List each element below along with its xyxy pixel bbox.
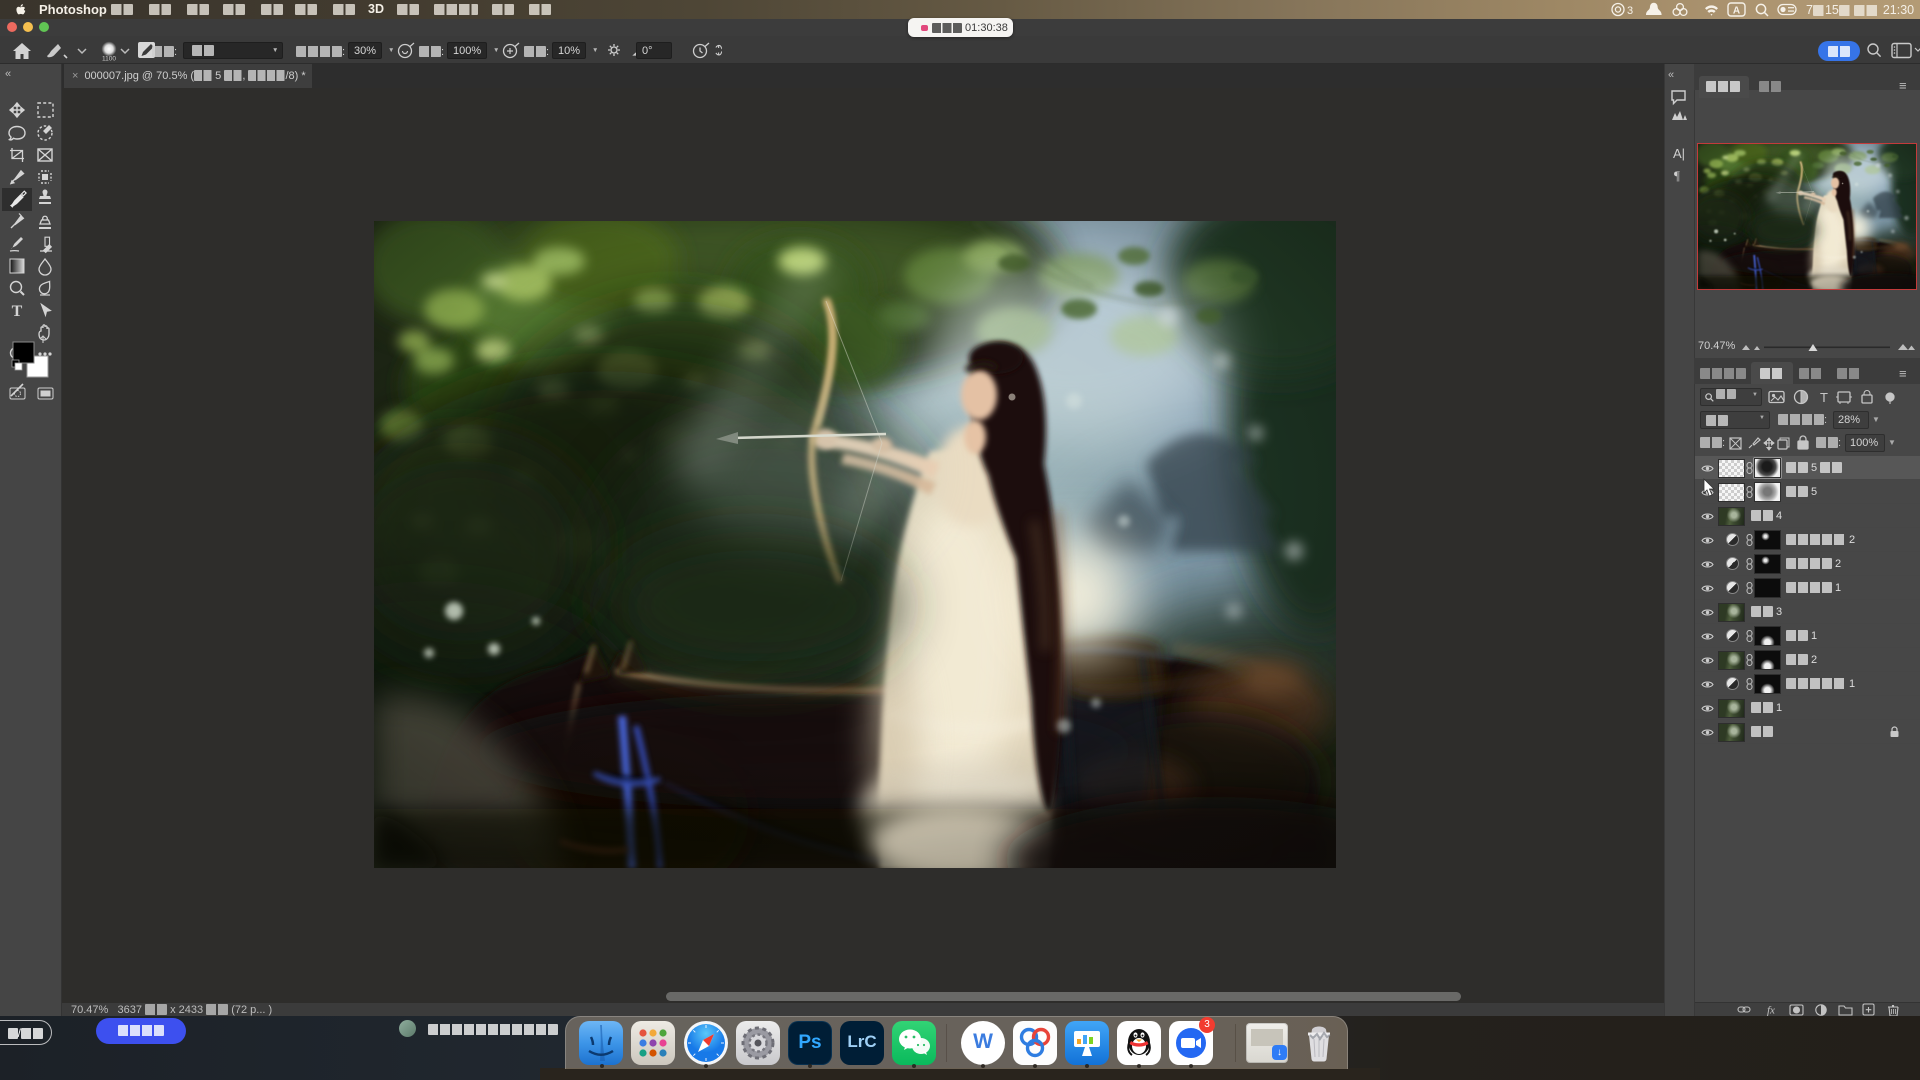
svg-text:fx: fx (1767, 1005, 1775, 1017)
svg-text:A|: A| (1673, 146, 1685, 161)
svg-text:«: « (1668, 69, 1674, 81)
svg-text:3: 3 (1627, 5, 1633, 17)
svg-text:T: T (1820, 390, 1828, 405)
svg-text:A: A (1733, 6, 1740, 17)
svg-text:1100: 1100 (102, 56, 116, 62)
svg-text:«: « (5, 68, 11, 80)
svg-text:T: T (12, 303, 23, 320)
svg-text:¶: ¶ (1674, 168, 1680, 183)
